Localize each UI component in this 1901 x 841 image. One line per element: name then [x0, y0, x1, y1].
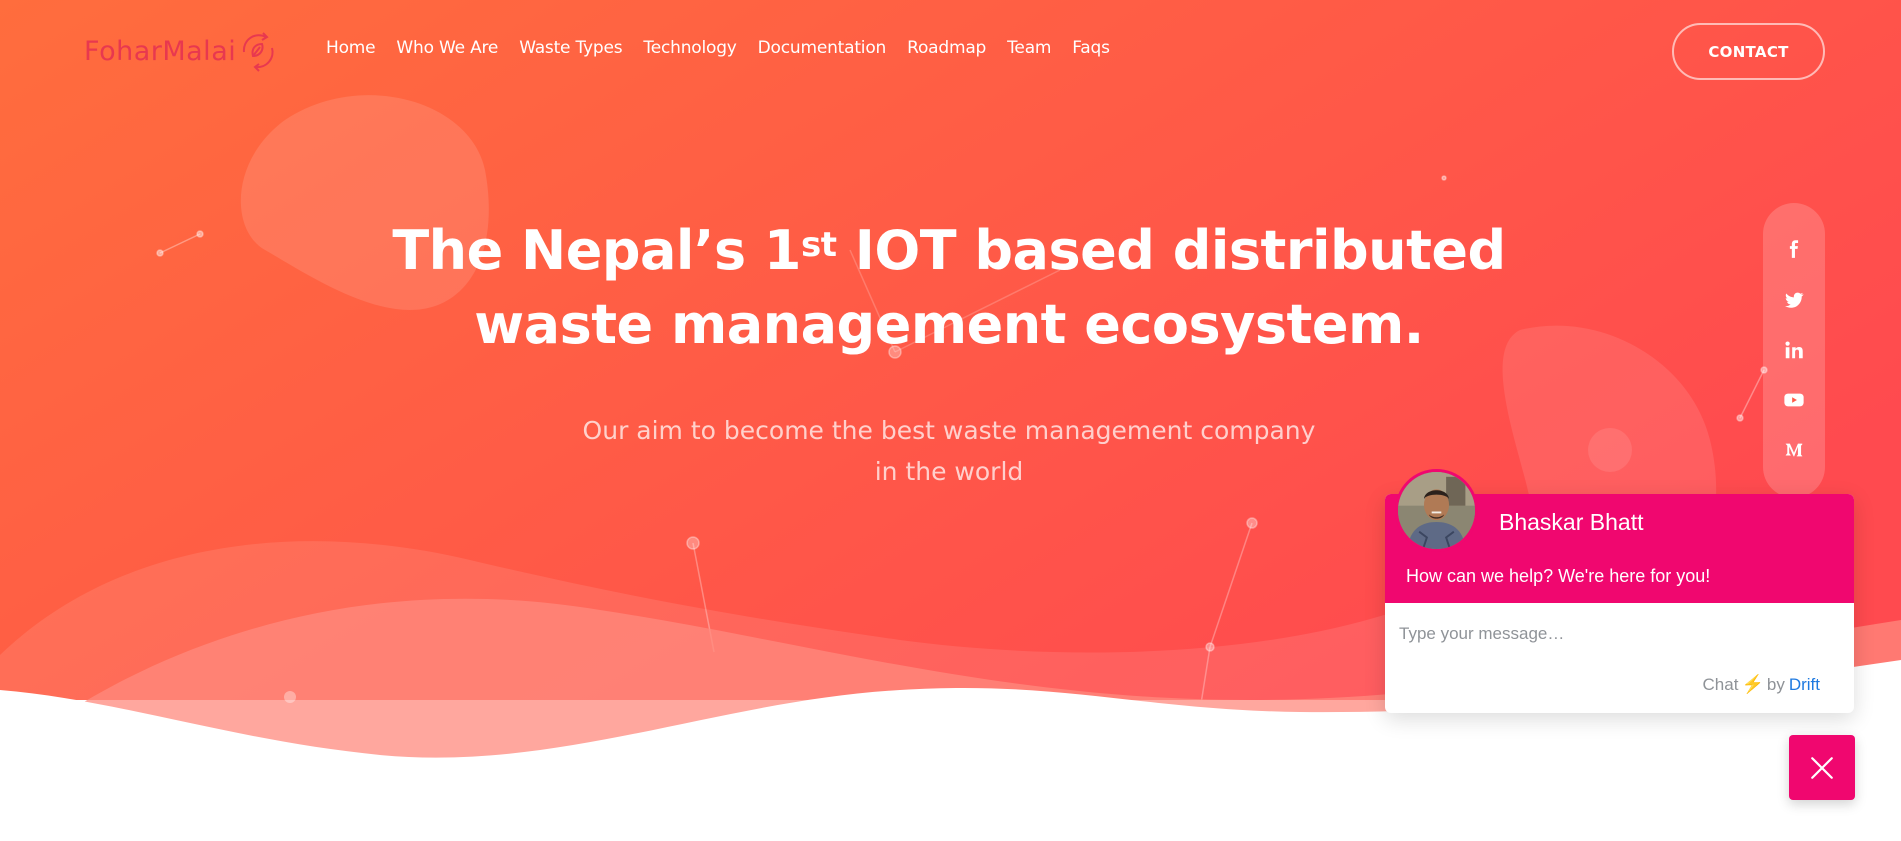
recycle-leaf-icon: [243, 32, 274, 72]
nav-item-documentation[interactable]: Documentation: [758, 38, 887, 58]
chat-message-input[interactable]: [1399, 619, 1829, 649]
top-navigation-bar: FoharMalai Home Who We Are Waste Types T…: [0, 0, 1901, 102]
chat-credit: Chat ⚡ by Drift: [1703, 674, 1820, 695]
chat-agent-name: Bhaskar Bhatt: [1499, 509, 1644, 535]
chat-credit-chat: Chat: [1702, 674, 1739, 694]
nav-item-team[interactable]: Team: [1007, 38, 1051, 58]
hero-headline-part1: The Nepal’s 1: [392, 219, 801, 282]
facebook-icon[interactable]: [1781, 237, 1807, 263]
nav-item-home[interactable]: Home: [326, 38, 376, 58]
main-nav: Home Who We Are Waste Types Technology D…: [326, 38, 1131, 58]
hero-subheadline-line2: in the world: [874, 457, 1024, 486]
chat-credit-by: by: [1766, 674, 1785, 694]
chat-help-text: How can we help? We're here for you!: [1406, 566, 1711, 586]
hero-headline: The Nepal’s 1st IOT based distributed wa…: [340, 214, 1558, 362]
brand-logo-text: FoharMalai: [84, 35, 237, 67]
hero-headline-superscript: st: [800, 225, 837, 265]
contact-button[interactable]: CONTACT: [1672, 23, 1825, 80]
drift-link[interactable]: Drift: [1789, 675, 1820, 695]
nav-item-who-we-are[interactable]: Who We Are: [396, 38, 498, 58]
lightning-icon: ⚡: [1741, 674, 1764, 694]
nav-item-faqs[interactable]: Faqs: [1072, 38, 1110, 58]
hero-subheadline-line1: Our aim to become the best waste managem…: [582, 416, 1316, 445]
close-icon: [1811, 756, 1833, 779]
linkedin-icon[interactable]: [1781, 337, 1807, 363]
social-links-bar: [1763, 203, 1825, 498]
twitter-icon[interactable]: [1781, 287, 1807, 313]
hero-section: FoharMalai Home Who We Are Waste Types T…: [0, 0, 1901, 841]
chat-widget: Bhaskar Bhatt How can we help? We're her…: [1385, 469, 1854, 713]
hero-subheadline: Our aim to become the best waste managem…: [540, 410, 1358, 492]
hero-headline-part2: IOT based distributed: [836, 219, 1506, 282]
hero-headline-line2: waste management ecosystem.: [474, 293, 1424, 356]
brand-logo[interactable]: FoharMalai: [84, 26, 280, 76]
avatar: [1395, 469, 1478, 552]
medium-icon[interactable]: [1781, 437, 1807, 463]
chat-close-button[interactable]: [1789, 735, 1855, 800]
nav-item-technology[interactable]: Technology: [643, 38, 736, 58]
nav-item-waste-types[interactable]: Waste Types: [519, 38, 622, 58]
nav-item-roadmap[interactable]: Roadmap: [907, 38, 986, 58]
youtube-icon[interactable]: [1781, 387, 1807, 413]
